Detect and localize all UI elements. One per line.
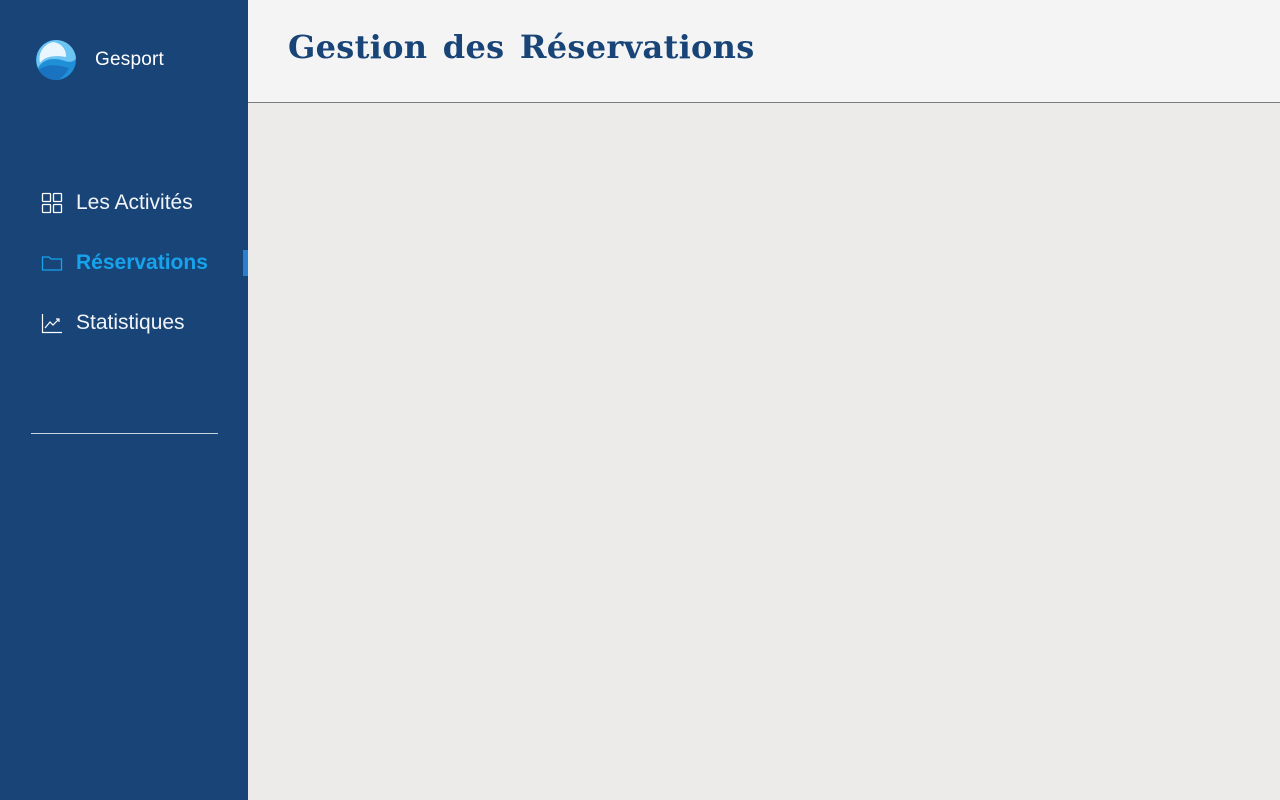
sidebar-item-label: Statistiques [76,311,185,334]
sidebar-item-label: Réservations [76,251,208,274]
sidebar-item-activites[interactable]: Les Activités [0,180,248,226]
sidebar: Gesport Les Activités Réservations Stati… [0,0,248,800]
folder-icon [41,252,63,274]
wave-logo-icon [36,39,76,80]
sidebar-item-statistiques[interactable]: Statistiques [0,300,248,346]
main-content [248,104,1280,800]
page-title: Gestion des Réservations [288,28,755,66]
page-header: Gestion des Réservations [248,0,1280,103]
grid-icon [41,192,63,214]
chart-line-icon [41,312,63,334]
sidebar-item-label: Les Activités [76,191,193,214]
sidebar-item-reservations[interactable]: Réservations [0,240,248,286]
sidebar-divider [31,433,218,434]
app-window: Gesport Les Activités Réservations Stati… [0,0,1280,800]
sidebar-nav: Les Activités Réservations Statistiques [0,180,248,360]
brand[interactable]: Gesport [35,39,164,81]
brand-name: Gesport [95,49,164,70]
